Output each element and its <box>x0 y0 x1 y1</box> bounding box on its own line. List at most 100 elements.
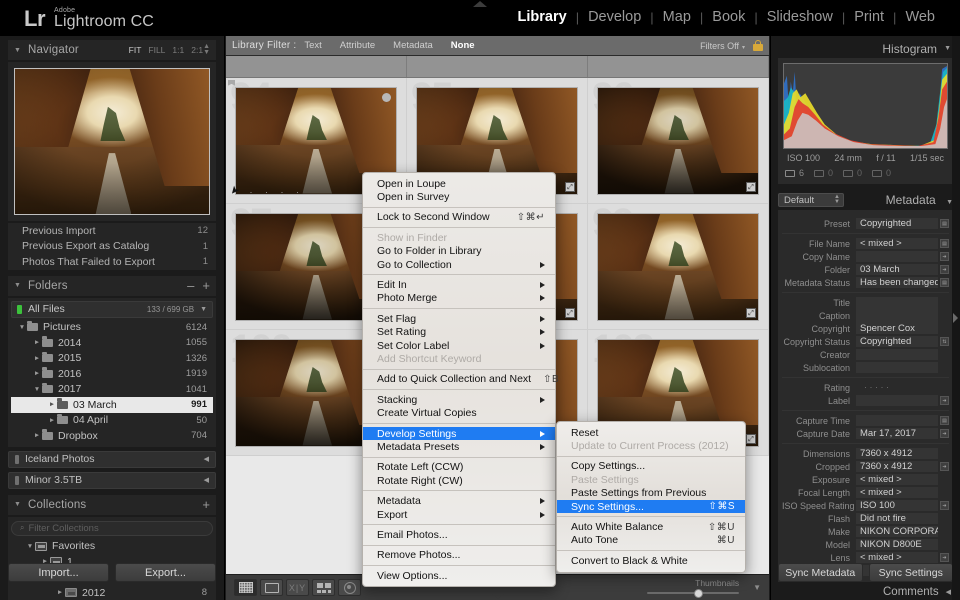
metadata-row-button[interactable]: ➜ <box>940 252 949 261</box>
all-files-row[interactable]: All Files 133 / 699 GB ▼ <box>11 300 213 318</box>
folders-header[interactable]: ▼ Folders – + <box>8 275 216 296</box>
develop-badge-icon[interactable]: ⤢ <box>565 181 575 192</box>
filter-tab-text[interactable]: Text <box>296 39 329 52</box>
submenu-item-copy-settings[interactable]: Copy Settings... <box>557 460 745 473</box>
filmstrip-toggle-icon[interactable] <box>490 593 505 599</box>
navigator-zoom-2-1[interactable]: 2:1 <box>191 45 203 55</box>
folder-tree-row[interactable]: ► 2015 1326 <box>11 351 213 367</box>
metadata-value[interactable]: < mixed > <box>856 238 938 249</box>
develop-badge-icon[interactable]: ⤢ <box>746 181 756 192</box>
navigator-zoom-controls[interactable]: FIT FILL 1:1 2:1 <box>129 45 203 55</box>
collections-header[interactable]: ▼ Collections + <box>8 494 216 515</box>
navigator-header[interactable]: ▼ Navigator FIT FILL 1:1 2:1 ▲ ▼ <box>8 40 216 60</box>
metadata-row-button[interactable]: ➜ <box>940 553 949 562</box>
folder-tree-row[interactable]: ▼ Pictures 6124 <box>11 320 213 336</box>
right-panel-collapse-strip[interactable] <box>952 36 960 600</box>
catalog-item[interactable]: Photos That Failed to Export 1 <box>8 254 216 270</box>
metadata-value[interactable]: Copyrighted <box>856 218 938 229</box>
folder-tree-row[interactable]: ► 03 March 991 <box>11 397 213 413</box>
menu-item-add-to-quick-collection-and-next[interactable]: Add to Quick Collection and Next ⇧B <box>363 373 559 386</box>
metadata-value[interactable]: < mixed > <box>856 552 938 563</box>
metadata-value[interactable]: 7360 x 4912 <box>856 461 938 472</box>
metadata-value[interactable] <box>856 251 938 262</box>
menu-item-view-options[interactable]: View Options... <box>363 569 555 582</box>
chevron-down-icon[interactable]: ▼ <box>14 501 21 508</box>
loupe-view-icon[interactable] <box>260 579 283 596</box>
develop-badge-icon[interactable]: ⤢ <box>565 307 575 318</box>
chevron-left-icon[interactable]: ◀ <box>204 476 209 484</box>
metadata-header[interactable]: Metadata ▼ <box>886 193 953 207</box>
menu-item-export[interactable]: Export <box>363 508 555 521</box>
metadata-value[interactable]: < mixed > <box>856 474 938 485</box>
import-button[interactable]: Import... <box>8 563 109 582</box>
remove-folder-button[interactable]: – <box>187 278 194 293</box>
metadata-value[interactable] <box>856 395 938 406</box>
menu-item-metadata[interactable]: Metadata <box>363 494 555 507</box>
module-web[interactable]: Web <box>896 9 944 25</box>
module-library[interactable]: Library <box>509 9 576 25</box>
chevron-down-icon[interactable]: ▼ <box>14 282 21 289</box>
metadata-row-button[interactable]: ➜ <box>940 501 949 510</box>
metadata-value[interactable] <box>856 349 938 360</box>
metadata-row-button[interactable]: ➜ <box>940 265 949 274</box>
chevron-down-icon[interactable]: ▼ <box>25 543 35 550</box>
thumbnail-size-slider-knob[interactable] <box>694 589 704 598</box>
metadata-value[interactable] <box>856 362 938 373</box>
menu-item-open-in-survey[interactable]: Open in Survey <box>363 190 555 203</box>
grid-view-icon[interactable] <box>234 579 257 596</box>
chevron-right-icon[interactable]: ► <box>47 417 57 424</box>
collection-tree-row[interactable]: ▼ Favorites <box>11 539 213 555</box>
navigator-preview-image[interactable] <box>14 68 210 215</box>
menu-item-rotate-left-ccw[interactable]: Rotate Left (CCW) <box>363 461 555 474</box>
metadata-row-button[interactable]: ➜ <box>940 396 949 405</box>
module-map[interactable]: Map <box>654 9 700 25</box>
survey-view-icon[interactable] <box>312 579 335 596</box>
metadata-value[interactable]: 03 March <box>856 264 938 275</box>
rating-dots[interactable]: · · · · · <box>234 187 304 197</box>
metadata-value[interactable]: Spencer Cox <box>856 323 938 334</box>
metadata-value[interactable]: Copyrighted <box>856 336 938 347</box>
metadata-row-button[interactable]: ▤ <box>940 278 949 287</box>
catalog-item[interactable]: Previous Import 12 <box>8 223 216 239</box>
menu-item-email-photos[interactable]: Email Photos... <box>363 528 555 541</box>
grid-cell[interactable]: 96⤢ <box>588 77 769 204</box>
develop-badge-icon[interactable]: ⤢ <box>746 307 756 318</box>
metadata-row-button[interactable]: ➜ <box>940 462 949 471</box>
menu-item-remove-photos[interactable]: Remove Photos... <box>363 549 555 562</box>
add-collection-button[interactable]: + <box>202 497 210 512</box>
metadata-value[interactable]: NIKON CORPORATION <box>856 526 938 537</box>
chevron-down-icon[interactable]: ▼ <box>17 324 27 331</box>
folder-tree-row[interactable]: ▼ 2017 1041 <box>11 382 213 398</box>
collections-filter-input[interactable]: ⌕ Filter Collections <box>11 520 213 536</box>
menu-item-set-color-label[interactable]: Set Color Label <box>363 339 555 352</box>
submenu-item-auto-tone[interactable]: Auto Tone ⌘U <box>557 534 745 547</box>
metadata-value[interactable]: ISO 100 <box>856 500 938 511</box>
folder-tree-row[interactable]: ► 04 April 50 <box>11 413 213 429</box>
filters-off-status[interactable]: Filters Off ▾ <box>700 41 745 51</box>
volume-row[interactable]: Minor 3.5TB ◀ <box>8 471 216 489</box>
navigator-zoom-fill[interactable]: FILL <box>148 45 165 55</box>
metadata-row-button[interactable]: ▤ <box>940 239 949 248</box>
folder-tree-row[interactable]: ► 2016 1919 <box>11 366 213 382</box>
export-button[interactable]: Export... <box>115 563 216 582</box>
filter-tab-metadata[interactable]: Metadata <box>385 39 441 52</box>
submenu-item-paste-settings-from-previous[interactable]: Paste Settings from Previous <box>557 487 745 500</box>
submenu-item-reset[interactable]: Reset <box>557 426 745 439</box>
collection-tree-row[interactable]: ► 2012 8 <box>11 585 213 600</box>
chevron-right-icon[interactable]: ► <box>32 355 42 362</box>
volume-row[interactable]: Iceland Photos ◀ <box>8 450 216 468</box>
menu-item-set-flag[interactable]: Set Flag <box>363 312 555 325</box>
menu-item-photo-merge[interactable]: Photo Merge <box>363 292 555 305</box>
chevron-down-icon[interactable]: ▼ <box>32 386 42 393</box>
metadata-row-button[interactable]: ⇅ <box>940 337 949 346</box>
folder-tree-row[interactable]: ► 2014 1055 <box>11 335 213 351</box>
sync-metadata-button[interactable]: Sync Metadata <box>778 563 863 582</box>
chevron-left-icon[interactable]: ◀ <box>204 455 209 463</box>
metadata-value[interactable]: < mixed > <box>856 487 938 498</box>
menu-item-rotate-right-cw[interactable]: Rotate Right (CW) <box>363 474 555 487</box>
top-panel-toggle-icon[interactable] <box>473 1 487 7</box>
thumbnail-size-slider[interactable] <box>647 589 740 598</box>
photo-thumbnail[interactable]: ⤢ <box>597 212 759 321</box>
submenu-item-auto-white-balance[interactable]: Auto White Balance ⇧⌘U <box>557 520 745 533</box>
rating-stars[interactable]: · · · · · <box>860 382 938 393</box>
